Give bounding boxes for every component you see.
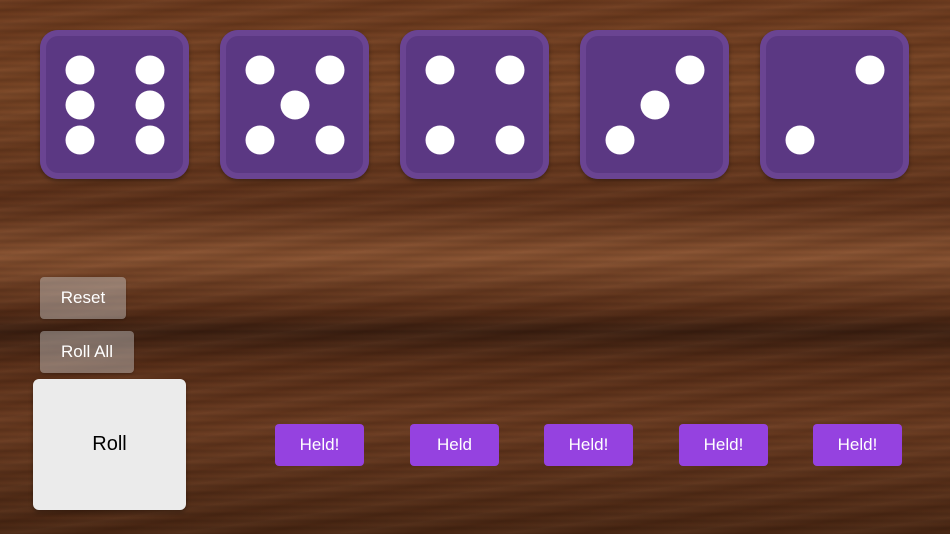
reset-button[interactable]: Reset <box>40 277 126 319</box>
die-3[interactable] <box>400 30 549 179</box>
die-pip <box>315 125 345 155</box>
roll-all-button[interactable]: Roll All <box>40 331 134 373</box>
hold-button-die-2[interactable]: Held <box>410 424 499 466</box>
die-pip <box>135 55 165 85</box>
hold-button-die-5[interactable]: Held! <box>813 424 902 466</box>
die-pip <box>135 125 165 155</box>
die-pip <box>315 55 345 85</box>
die-2[interactable] <box>220 30 369 179</box>
die-pip <box>280 90 310 120</box>
die-pip <box>245 125 275 155</box>
die-pip <box>640 90 670 120</box>
die-pip <box>495 55 525 85</box>
die-pip <box>65 55 95 85</box>
die-pip <box>605 125 635 155</box>
hold-button-die-1[interactable]: Held! <box>275 424 364 466</box>
hold-button-die-3[interactable]: Held! <box>544 424 633 466</box>
die-pip <box>855 55 885 85</box>
die-pip <box>425 55 455 85</box>
die-pip <box>65 125 95 155</box>
die-5[interactable] <box>760 30 909 179</box>
die-1[interactable] <box>40 30 189 179</box>
die-4[interactable] <box>580 30 729 179</box>
die-pip <box>675 55 705 85</box>
die-pip <box>135 90 165 120</box>
die-pip <box>245 55 275 85</box>
die-pip <box>495 125 525 155</box>
hold-button-die-4[interactable]: Held! <box>679 424 768 466</box>
die-pip <box>65 90 95 120</box>
roll-button[interactable]: Roll <box>33 379 186 510</box>
die-pip <box>425 125 455 155</box>
die-pip <box>785 125 815 155</box>
